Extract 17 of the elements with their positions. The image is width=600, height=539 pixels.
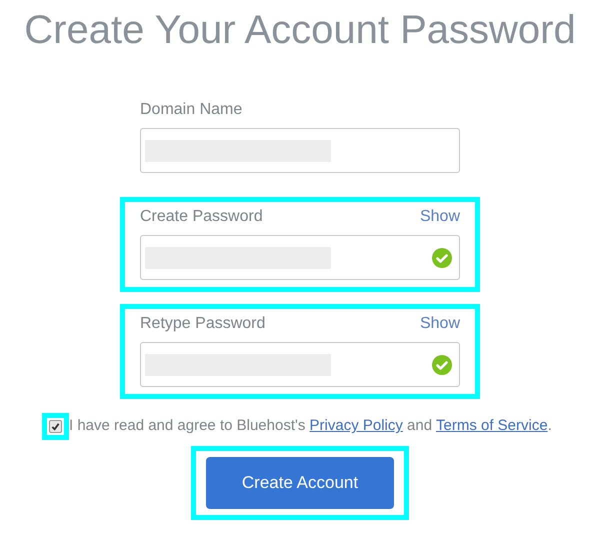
input-field[interactable] <box>140 128 460 173</box>
page-title: Create Your Account Password <box>24 7 576 54</box>
field-label: Domain Name <box>140 100 242 120</box>
show-link[interactable]: Show <box>420 205 460 229</box>
input-field[interactable] <box>140 235 460 280</box>
valid-check-icon <box>432 248 452 268</box>
agree-checkbox[interactable] <box>49 420 62 433</box>
agreement-text: I have read and agree to Bluehost's Privacy Policy and Terms of Service. <box>69 416 552 436</box>
input-field[interactable] <box>140 342 460 387</box>
show-link[interactable]: Show <box>420 312 460 336</box>
policy-link[interactable]: Privacy Policy <box>310 417 403 434</box>
field-label: Create Password <box>140 207 263 227</box>
checkmark-icon <box>51 422 60 431</box>
create-account-button[interactable]: Create Account <box>206 457 394 509</box>
field-label: Retype Password <box>140 314 266 334</box>
policy-link[interactable]: Terms of Service <box>436 417 548 434</box>
valid-check-icon <box>432 354 452 374</box>
